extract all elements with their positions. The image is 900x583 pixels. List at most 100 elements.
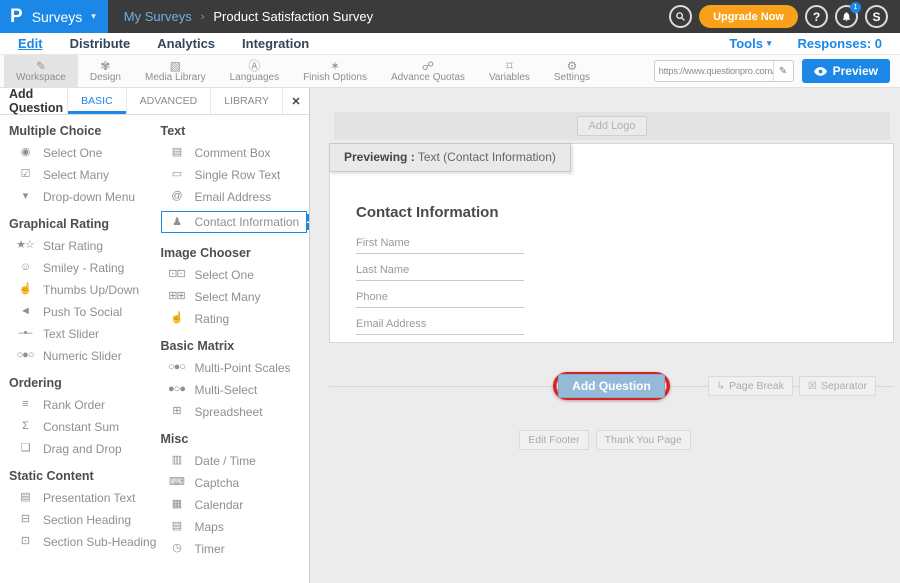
captcha-icon: ⌨ xyxy=(166,476,188,489)
question-type-drag-and-drop[interactable]: ❏Drag and Drop xyxy=(9,441,161,456)
survey-nav: Edit Distribute Analytics Integration Tools… xyxy=(0,33,900,55)
question-type-rating[interactable]: ☝Rating xyxy=(161,311,310,326)
nav-tab-edit[interactable]: Edit xyxy=(18,36,43,51)
image-select-one-icon: ⊡⊡ xyxy=(166,268,188,281)
question-type-rank-order[interactable]: ≡Rank Order xyxy=(9,397,161,412)
responses-count: Responses: 0 xyxy=(797,36,882,51)
question-section-title: Graphical Rating xyxy=(9,217,161,231)
numeric-slider-icon: ○●○ xyxy=(14,349,36,362)
question-type-select-many[interactable]: ⊞⊞Select Many xyxy=(161,289,310,304)
top-bar: P Surveys ▾ My Surveys › Product Satisfa… xyxy=(0,0,900,33)
question-type-constant-sum[interactable]: ΣConstant Sum xyxy=(9,419,161,434)
languages-icon: Ⓐ xyxy=(248,60,260,72)
breadcrumb: My Surveys › Product Satisfaction Survey xyxy=(124,0,373,33)
question-type-timer[interactable]: ◷Timer xyxy=(161,541,310,556)
question-type-smiley-rating[interactable]: ☺Smiley - Rating xyxy=(9,260,161,275)
page-break-button[interactable]: ↳ Page Break xyxy=(708,376,793,396)
form-field-email-address[interactable]: Email Address xyxy=(356,318,524,335)
settings-icon: ⚙ xyxy=(567,60,578,72)
search-button[interactable] xyxy=(669,5,692,28)
rank-order-icon: ≡ xyxy=(14,398,36,411)
question-type-date-time[interactable]: ▥Date / Time xyxy=(161,453,310,468)
drag-drop-icon: ❏ xyxy=(14,442,36,455)
close-icon[interactable]: ✕ xyxy=(282,88,309,114)
question-type-text-slider[interactable]: –•–Text Slider xyxy=(9,326,161,341)
toolbar-item-media-library[interactable]: ▧Media Library xyxy=(133,55,218,87)
toolbar-item-languages[interactable]: ⒶLanguages xyxy=(218,55,292,87)
form-field-phone[interactable]: Phone xyxy=(356,291,524,308)
panel-columns: Multiple Choice◉Select One☑Select Many▾D… xyxy=(0,115,309,569)
question-type-select-one[interactable]: ⊡⊡Select One xyxy=(161,267,310,282)
question-title: Contact Information xyxy=(356,204,893,221)
question-section: Basic Matrix ○●○Multi-Point Scales ●○●Mult… xyxy=(161,339,310,419)
question-type-section-heading[interactable]: ⊟Section Heading xyxy=(9,512,161,527)
panel-tab-advanced[interactable]: ADVANCED xyxy=(126,88,211,114)
question-type-presentation-text[interactable]: ▤Presentation Text xyxy=(9,490,161,505)
survey-canvas: Add Logo Previewing : Text (Contact Info… xyxy=(310,88,900,583)
question-type-multi-select[interactable]: ●○●Multi-Select xyxy=(161,382,310,397)
question-type-spreadsheet[interactable]: ⊞Spreadsheet xyxy=(161,404,310,419)
advance-quotas-icon: ☍ xyxy=(422,60,434,72)
thumbs-icon: ☝ xyxy=(14,283,36,296)
question-type-calendar[interactable]: ▦Calendar xyxy=(161,497,310,512)
question-type-star-rating[interactable]: ★☆Star Rating xyxy=(9,238,161,253)
preview-button[interactable]: Preview xyxy=(802,59,890,83)
toolbar-item-design[interactable]: ✾Design xyxy=(78,55,133,87)
section-heading-icon: ⊟ xyxy=(14,513,36,526)
help-button[interactable]: ? xyxy=(805,5,828,28)
separator-button[interactable]: ☒ Separator xyxy=(799,376,876,396)
question-type-numeric-slider[interactable]: ○●○Numeric Slider xyxy=(9,348,161,363)
question-type-push-to-social[interactable]: ◄Push To Social xyxy=(9,304,161,319)
brand-menu[interactable]: P Surveys ▾ xyxy=(0,0,108,33)
thank-you-page-button[interactable]: Thank You Page xyxy=(596,430,691,450)
question-section: Image Chooser⊡⊡Select One⊞⊞Select Many☝R… xyxy=(161,246,310,326)
question-type-contact-information[interactable]: ♟Contact Information+ xyxy=(161,211,307,233)
question-type-single-row-text[interactable]: ▭Single Row Text xyxy=(161,167,310,182)
question-type-section-sub-heading[interactable]: ⊡Section Sub-Heading xyxy=(9,534,161,549)
question-type-comment-box[interactable]: ▤Comment Box xyxy=(161,145,310,160)
nav-tab-integration[interactable]: Integration xyxy=(242,36,309,51)
workspace-toolbar: ✎Workspace✾Design▧Media LibraryⒶLanguage… xyxy=(0,55,900,88)
maps-icon: ▤ xyxy=(166,520,188,533)
question-type-multi-point-scales[interactable]: ○●○Multi-Point Scales xyxy=(161,360,310,375)
tools-menu[interactable]: Tools ▾ xyxy=(729,36,771,51)
text-slider-icon: –•– xyxy=(14,327,36,340)
dropdown-menu-icon: ▾ xyxy=(14,190,36,203)
question-type-maps[interactable]: ▤Maps xyxy=(161,519,310,534)
question-section-title: Basic Matrix xyxy=(161,339,310,353)
avatar[interactable]: S xyxy=(865,5,888,28)
form-field-first-name[interactable]: First Name xyxy=(356,237,524,254)
add-question-button[interactable]: Add Question xyxy=(558,374,665,398)
add-question-type-button[interactable]: + xyxy=(306,214,309,230)
toolbar-item-finish-options[interactable]: ✶Finish Options xyxy=(291,55,379,87)
edit-url-icon[interactable]: ✎ xyxy=(773,61,793,81)
survey-url-input[interactable]: https://www.questionpro.com/t/AP53kZgUI xyxy=(655,66,773,76)
panel-tab-library[interactable]: LIBRARY xyxy=(210,88,282,114)
add-logo-button[interactable]: Add Logo xyxy=(577,116,646,136)
question-type-select-many[interactable]: ☑Select Many xyxy=(9,167,161,182)
nav-tab-analytics[interactable]: Analytics xyxy=(157,36,215,51)
toolbar-item-workspace[interactable]: ✎Workspace xyxy=(4,55,78,87)
toolbar-item-advance-quotas[interactable]: ☍Advance Quotas xyxy=(379,55,477,87)
questionpro-logo: P xyxy=(10,7,23,26)
question-section: Graphical Rating ★☆Star Rating ☺Smiley - R… xyxy=(9,217,161,363)
toolbar-item-settings[interactable]: ⚙Settings xyxy=(542,55,602,87)
edit-footer-button[interactable]: Edit Footer xyxy=(519,430,588,450)
question-type-thumbs-up-down[interactable]: ☝Thumbs Up/Down xyxy=(9,282,161,297)
upgrade-now-button[interactable]: Upgrade Now xyxy=(699,5,798,28)
row-right-buttons: ↳ Page Break ☒ Separator xyxy=(708,376,876,396)
question-type-captcha[interactable]: ⌨Captcha xyxy=(161,475,310,490)
nav-tabs: Edit Distribute Analytics Integration xyxy=(18,36,309,51)
nav-tab-distribute[interactable]: Distribute xyxy=(70,36,131,51)
notifications-button[interactable]: 1 xyxy=(835,5,858,28)
question-type-drop-down-menu[interactable]: ▾Drop-down Menu xyxy=(9,189,161,204)
breadcrumb-my-surveys[interactable]: My Surveys xyxy=(124,9,192,24)
question-type-select-one[interactable]: ◉Select One xyxy=(9,145,161,160)
image-rating-icon: ☝ xyxy=(166,312,188,325)
toolbar-item-variables[interactable]: ⌑Variables xyxy=(477,55,542,87)
previewing-label: Previewing : xyxy=(344,150,415,164)
page-break-label: Page Break xyxy=(729,380,784,392)
question-type-email-address[interactable]: @Email Address xyxy=(161,189,310,204)
form-field-last-name[interactable]: Last Name xyxy=(356,264,524,281)
panel-tab-basic[interactable]: BASIC xyxy=(67,88,126,114)
